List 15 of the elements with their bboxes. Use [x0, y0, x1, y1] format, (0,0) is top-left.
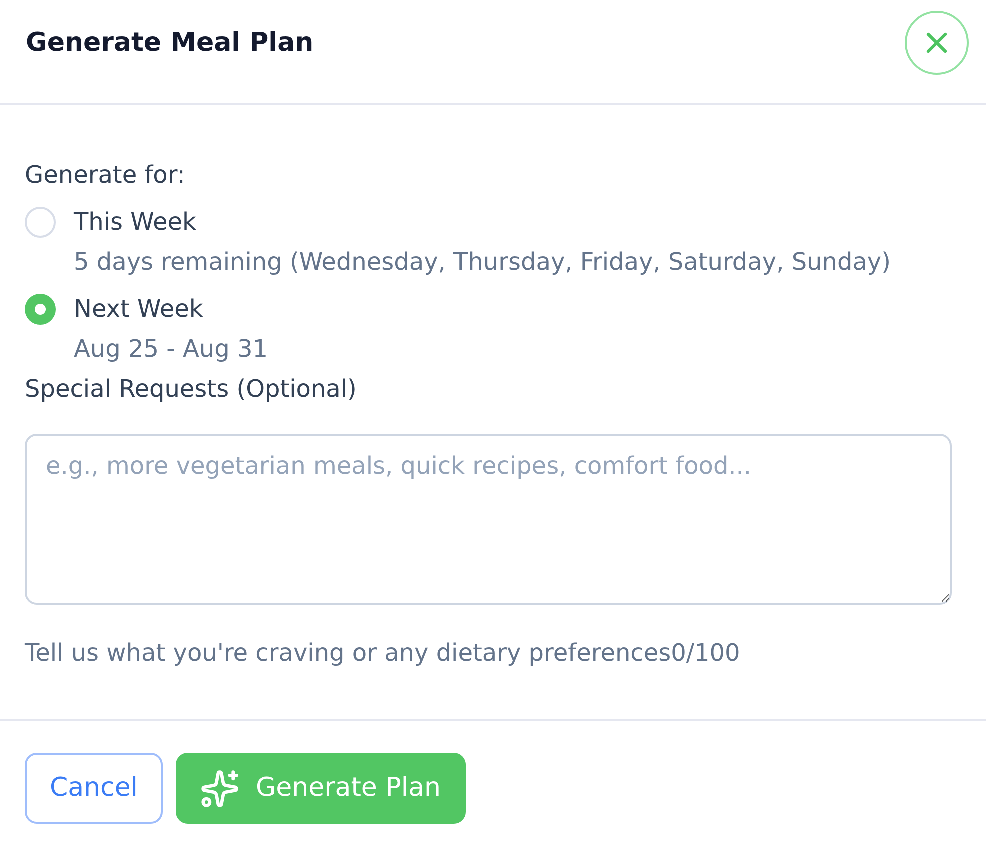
character-counter: 0/100 [671, 638, 740, 669]
option-description: Aug 25 - Aug 31 [73, 334, 269, 365]
sparkles-icon [200, 768, 240, 808]
special-requests-field[interactable]: e.g., more vegetarian meals, quick recipes, comfort food... [25, 434, 952, 605]
field-label: Special Requests (Optional) [25, 374, 358, 405]
section-label: Generate for: [25, 160, 186, 191]
cancel-button[interactable]: Cancel [25, 753, 163, 824]
option-label[interactable]: This Week [74, 202, 196, 242]
button-label: Generate Plan [256, 772, 442, 805]
radio-button[interactable] [25, 294, 56, 324]
option-description: 5 days remaining (Wednesday, Thursday, Friday, Saturday, Sunday) [73, 247, 892, 278]
dialog-title: Generate Meal Plan [26, 27, 314, 60]
option-label[interactable]: Next Week [74, 289, 204, 329]
radio-button[interactable] [25, 206, 56, 238]
helper-text: Tell us what you're craving or any dietary preferences [25, 638, 672, 669]
